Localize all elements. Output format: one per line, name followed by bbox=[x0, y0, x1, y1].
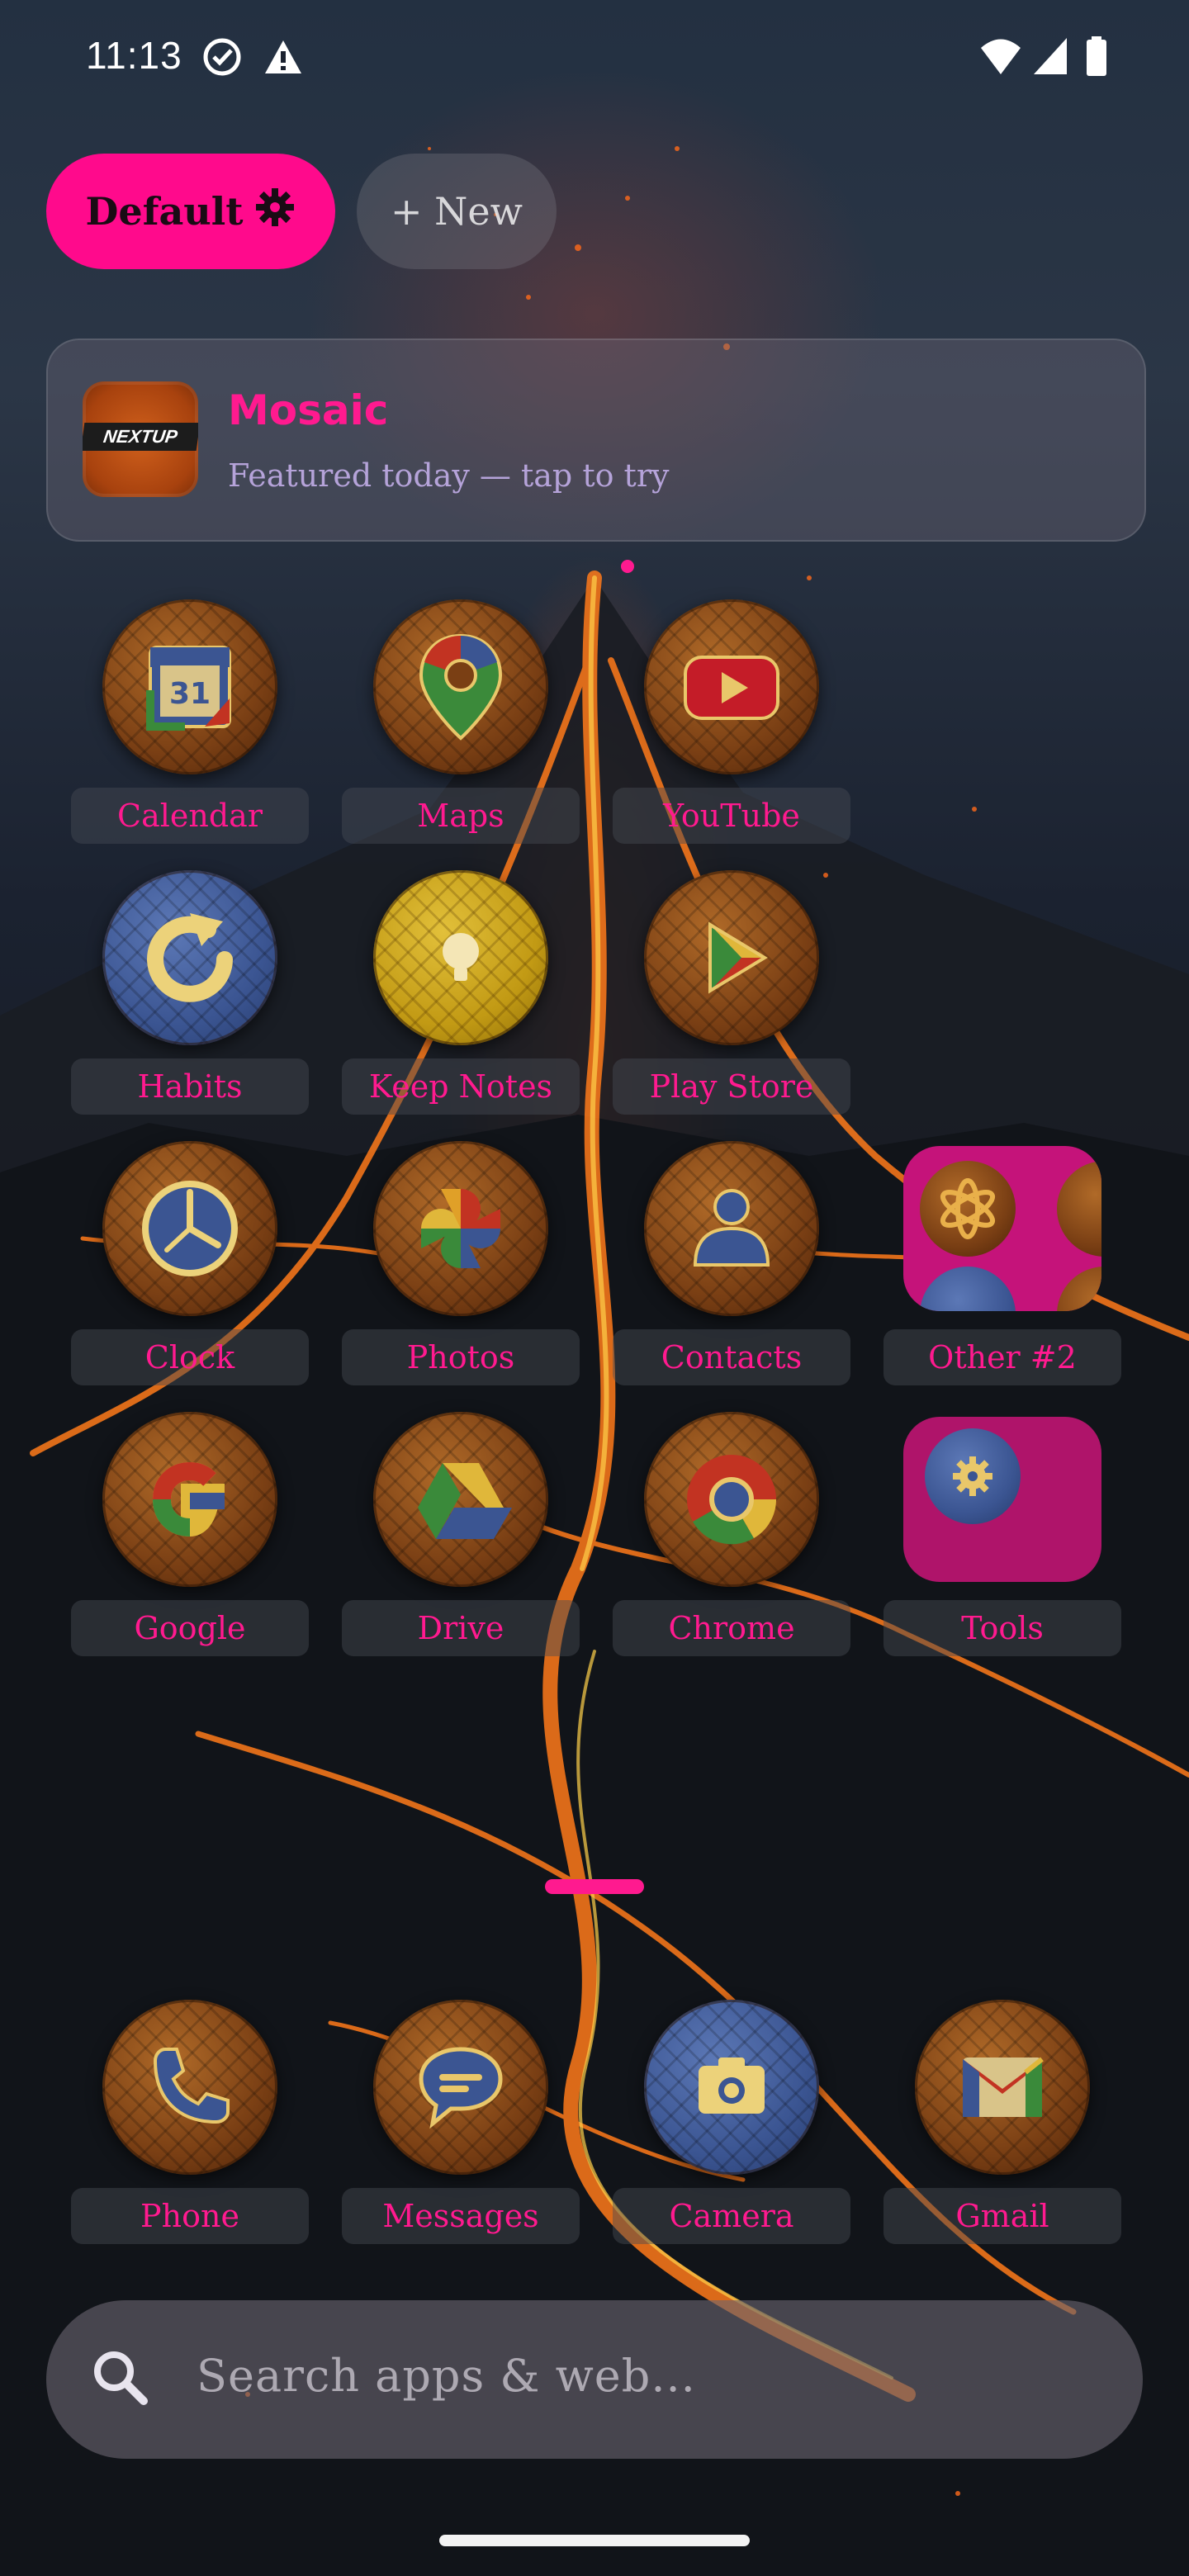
youtube-icon bbox=[644, 599, 819, 774]
phone-icon bbox=[102, 2000, 277, 2175]
spark-icon bbox=[920, 1161, 1016, 1257]
signal-icon bbox=[1032, 36, 1068, 81]
dock-messages[interactable]: Messages bbox=[337, 2000, 585, 2247]
refresh-icon bbox=[102, 870, 277, 1045]
dock-phone[interactable]: Phone bbox=[66, 2000, 314, 2247]
featured-thumbnail: NEXTUP bbox=[83, 381, 198, 497]
maps-pin-icon bbox=[373, 599, 548, 774]
app-youtube[interactable]: YouTube bbox=[608, 599, 855, 847]
navigation-handle[interactable] bbox=[439, 2535, 750, 2546]
app-play-store[interactable]: Play Store bbox=[608, 870, 855, 1118]
app-label: Google bbox=[71, 1600, 309, 1656]
check-circle-icon bbox=[201, 36, 243, 81]
wifi-icon bbox=[979, 36, 1022, 81]
gear-icon bbox=[254, 187, 296, 237]
gmail-icon bbox=[915, 2000, 1090, 2175]
app-label: Play Store bbox=[613, 1058, 850, 1115]
lightbulb-icon bbox=[373, 870, 548, 1045]
featured-thumbnail-text: NEXTUP bbox=[83, 423, 198, 451]
app-label: Camera bbox=[613, 2188, 850, 2244]
messages-icon bbox=[373, 2000, 548, 2175]
new-profile-button[interactable]: + New bbox=[357, 154, 557, 269]
search-bar[interactable]: Search apps & web... bbox=[46, 2300, 1143, 2459]
app-contacts[interactable]: Contacts bbox=[608, 1141, 855, 1389]
folder-tools[interactable]: Tools bbox=[879, 1412, 1126, 1660]
app-label: Messages bbox=[342, 2188, 580, 2244]
folder-icon bbox=[903, 1417, 1101, 1582]
search-icon bbox=[88, 2345, 154, 2414]
app-mini-icon bbox=[920, 1267, 1016, 1311]
app-label: Other #2 bbox=[883, 1329, 1121, 1385]
profile-default-chip[interactable]: Default bbox=[46, 154, 335, 269]
dock-camera[interactable]: Camera bbox=[608, 2000, 855, 2247]
page-indicator bbox=[545, 1879, 644, 1894]
app-drive[interactable]: Drive bbox=[337, 1412, 585, 1660]
app-maps[interactable]: Maps bbox=[337, 599, 585, 847]
person-icon bbox=[644, 1141, 819, 1316]
folder-icon bbox=[903, 1146, 1101, 1311]
dock-gmail[interactable]: Gmail bbox=[879, 2000, 1126, 2247]
app-label: Habits bbox=[71, 1058, 309, 1115]
svg-text:31: 31 bbox=[169, 677, 211, 711]
app-label: Gmail bbox=[883, 2188, 1121, 2244]
chrome-icon bbox=[644, 1412, 819, 1587]
app-mini-icon bbox=[1057, 1267, 1101, 1311]
google-g-icon bbox=[102, 1412, 277, 1587]
app-photos[interactable]: Photos bbox=[337, 1141, 585, 1389]
app-label: YouTube bbox=[613, 788, 850, 844]
status-bar: 11:13 bbox=[0, 0, 1189, 116]
folder-other-2[interactable]: Other #2 bbox=[879, 1141, 1126, 1389]
app-clock[interactable]: Clock bbox=[66, 1141, 314, 1389]
drive-icon bbox=[373, 1412, 548, 1587]
app-label: Maps bbox=[342, 788, 580, 844]
warning-icon bbox=[263, 36, 304, 81]
search-input[interactable]: Search apps & web... bbox=[197, 2350, 696, 2402]
calendar-icon: 31 bbox=[102, 599, 277, 774]
app-label: Clock bbox=[71, 1329, 309, 1385]
app-google[interactable]: Google bbox=[66, 1412, 314, 1660]
app-habits[interactable]: Habits bbox=[66, 870, 314, 1118]
gear-icon bbox=[925, 1428, 1021, 1524]
clock-icon bbox=[102, 1141, 277, 1316]
app-keep-notes[interactable]: Keep Notes bbox=[337, 870, 585, 1118]
app-calendar[interactable]: 31 Calendar bbox=[66, 599, 314, 847]
app-label: Tools bbox=[883, 1600, 1121, 1656]
app-label: Drive bbox=[342, 1600, 580, 1656]
app-mini-icon bbox=[1057, 1161, 1101, 1257]
play-store-icon bbox=[644, 870, 819, 1045]
profile-default-label: Default bbox=[85, 189, 244, 234]
app-label: Phone bbox=[71, 2188, 309, 2244]
app-label: Contacts bbox=[613, 1329, 850, 1385]
featured-title: Mosaic bbox=[228, 386, 389, 434]
app-label: Keep Notes bbox=[342, 1058, 580, 1115]
page-dot bbox=[621, 560, 634, 573]
featured-subtitle: Featured today — tap to try bbox=[228, 457, 670, 494]
app-chrome[interactable]: Chrome bbox=[608, 1412, 855, 1660]
battery-icon bbox=[1085, 36, 1108, 81]
app-label: Calendar bbox=[71, 788, 309, 844]
status-time: 11:13 bbox=[86, 34, 182, 77]
app-label: Photos bbox=[342, 1329, 580, 1385]
featured-card[interactable]: NEXTUP Mosaic Featured today — tap to tr… bbox=[46, 339, 1146, 542]
app-label: Chrome bbox=[613, 1600, 850, 1656]
camera-icon bbox=[644, 2000, 819, 2175]
pinwheel-icon bbox=[373, 1141, 548, 1316]
